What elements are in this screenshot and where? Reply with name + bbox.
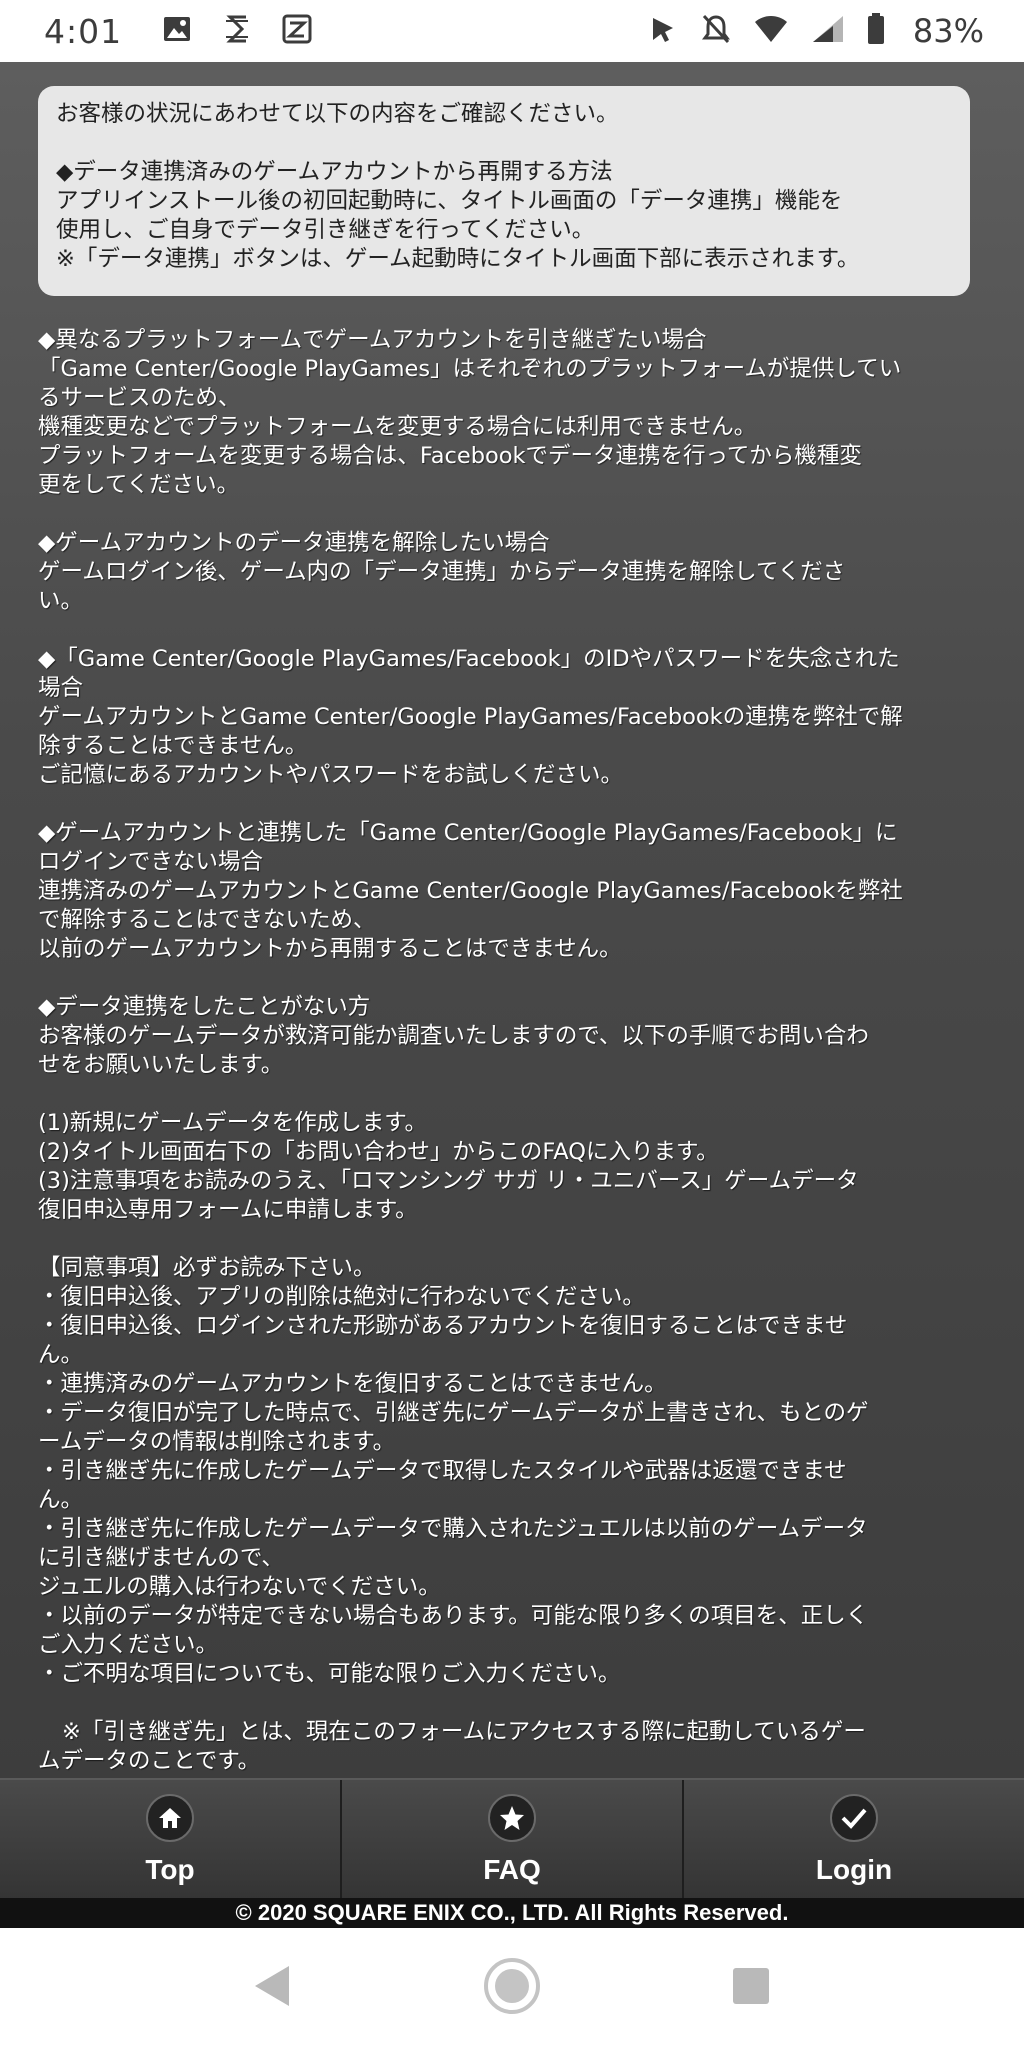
faq-text-line: ・データ復旧が完了した時点で、引継ぎ先にゲームデータが上書きされ、もとのゲ xyxy=(38,1400,869,1426)
faq-text-line: に引き継げませんので、 xyxy=(38,1545,284,1571)
image-notification-icon xyxy=(162,14,192,48)
signal-icon xyxy=(811,14,845,48)
status-bar: 4:01 83% xyxy=(0,0,1024,62)
faq-text-line: 場合 xyxy=(38,675,84,701)
faq-content[interactable]: お客様の状況にあわせて以下の内容をご確認ください。 ◆データ連携済みのゲームアカ… xyxy=(0,62,1024,1778)
faq-text-line: ゲームアカウントとGame Center/Google PlayGames/Fa… xyxy=(38,704,903,730)
faq-text-line: ・以前のデータが特定できない場合もあります。可能な限り多くの項目を、正しく xyxy=(38,1603,869,1629)
home-icon xyxy=(146,1794,194,1842)
faq-text-line: ・連携済みのゲームアカウントを復旧することはできません。 xyxy=(38,1371,667,1397)
faq-text-line: ん。 xyxy=(38,1487,84,1513)
faq-text-line: ◆異なるプラットフォームでゲームアカウントを引き継ぎたい場合 xyxy=(38,327,707,353)
notification-icons xyxy=(162,13,312,49)
cast-icon xyxy=(647,14,679,48)
faq-text-line: ・復旧申込後、アプリの削除は絶対に行わないでください。 xyxy=(38,1284,645,1310)
faq-text-line: ・引き継ぎ先に作成したゲームデータで購入されたジュエルは以前のゲームデータ xyxy=(38,1516,868,1542)
faq-text-line: ・復旧申込後、ログインされた形跡があるアカウントを復旧することはできませ xyxy=(38,1313,848,1339)
faq-text-line: 更をしてください。 xyxy=(38,472,240,498)
home-button[interactable] xyxy=(483,1957,541,2019)
wifi-icon xyxy=(753,14,789,48)
nav-top-button[interactable]: Top xyxy=(0,1780,342,1900)
bottom-nav: Top FAQ Login xyxy=(0,1778,1024,1900)
mute-icon xyxy=(701,13,731,49)
notice-box: お客様の状況にあわせて以下の内容をご確認ください。 ◆データ連携済みのゲームアカ… xyxy=(38,86,970,296)
system-icons: 83% xyxy=(647,12,984,50)
battery-percent: 83% xyxy=(912,12,984,50)
app-z-notification-icon xyxy=(282,14,312,48)
notice-line: お客様の状況にあわせて以下の内容をご確認ください。 xyxy=(56,101,619,127)
notice-line: ※「データ連携」ボタンは、ゲーム起動時にタイトル画面下部に表示されます。 xyxy=(56,246,860,272)
faq-text-line: (1)新規にゲームデータを作成します。 xyxy=(38,1110,427,1136)
faq-text-line: ・引き継ぎ先に作成したゲームデータで取得したスタイルや武器は返還できませ xyxy=(38,1458,847,1484)
faq-text-line: 以前のゲームアカウントから再開することはできません。 xyxy=(38,936,622,962)
star-icon xyxy=(488,1794,536,1842)
checkmark-icon xyxy=(830,1794,878,1842)
android-nav-bar xyxy=(0,1928,1024,2048)
battery-icon xyxy=(867,13,885,49)
faq-text-line: い。 xyxy=(38,588,84,614)
faq-text-line: せをお願いいたします。 xyxy=(38,1052,284,1078)
copyright-text: © 2020 SQUARE ENIX CO., LTD. All Rights … xyxy=(0,1898,1024,1928)
nav-faq-button[interactable]: FAQ xyxy=(342,1780,684,1900)
faq-text-line: (2)タイトル画面右下の「お問い合わせ」からこのFAQに入ります。 xyxy=(38,1139,719,1165)
faq-text-line: ◆「Game Center/Google PlayGames/Facebook」… xyxy=(38,646,900,672)
notice-line: ◆データ連携済みのゲームアカウントから再開する方法 xyxy=(56,159,613,185)
faq-text-line: ◆データ連携をしたことがない方 xyxy=(38,994,371,1020)
notice-line: アプリインストール後の初回起動時に、タイトル画面の「データ連携」機能を xyxy=(56,188,843,214)
back-button[interactable] xyxy=(253,1964,293,2012)
faq-text-line: 【同意事項】必ずお読み下さい。 xyxy=(38,1255,376,1281)
faq-text-line: 「Game Center/Google PlayGames」はそれぞれのプラット… xyxy=(38,356,902,382)
faq-text-line: プラットフォームを変更する場合は、Facebookでデータ連携を行ってから機種変 xyxy=(38,443,862,469)
faq-body-text: ◆異なるプラットフォームでゲームアカウントを引き継ぎたい場合「Game Cent… xyxy=(38,326,988,1776)
faq-text-line: 連携済みのゲームアカウントとGame Center/Google PlayGam… xyxy=(38,878,903,904)
faq-text-line: (3)注意事項をお読みのうえ、「ロマンシング サガ リ・ユニバース」ゲームデータ xyxy=(38,1168,859,1194)
status-time: 4:01 xyxy=(44,11,123,51)
faq-text-line: ん。 xyxy=(38,1342,84,1368)
nav-top-label: Top xyxy=(145,1854,195,1885)
faq-text-line: ジュエルの購入は行わないでください。 xyxy=(38,1574,441,1600)
faq-text-line: 機種変更などでプラットフォームを変更する場合には利用できません。 xyxy=(38,414,757,440)
faq-text-line: で解除することはできないため、 xyxy=(38,907,376,933)
faq-text-line: お客様のゲームデータが救済可能か調査いたしますので、以下の手順でお問い合わ xyxy=(38,1023,869,1049)
faq-text-line: ・ご不明な項目についても、可能な限りご入力ください。 xyxy=(38,1661,621,1687)
faq-text-line: ◆ゲームアカウントと連携した「Game Center/Google PlayGa… xyxy=(38,820,898,846)
faq-text-line: ログインできない場合 xyxy=(38,849,264,875)
faq-text-line: ームデータの情報は削除されます。 xyxy=(38,1429,396,1455)
faq-text-line: 除することはできません。 xyxy=(38,733,308,759)
faq-text-line: ご入力ください。 xyxy=(38,1632,219,1658)
recents-button[interactable] xyxy=(731,1966,771,2010)
nav-login-label: Login xyxy=(815,1854,893,1885)
faq-text-line: ムデータのことです。 xyxy=(38,1748,261,1774)
faq-text-line: ゲームログイン後、ゲーム内の「データ連携」からデータ連携を解除してくださ xyxy=(38,559,846,585)
faq-text-line: ※「引き継ぎ先」とは、現在このフォームにアクセスする際に起動しているゲー xyxy=(62,1719,866,1745)
faq-text-line: 復旧申込専用フォームに申請します。 xyxy=(38,1197,418,1223)
app-s-notification-icon xyxy=(222,13,252,49)
faq-text-line: ◆ゲームアカウントのデータ連携を解除したい場合 xyxy=(38,530,550,556)
nav-faq-label: FAQ xyxy=(483,1854,541,1885)
faq-text-line: るサービスのため、 xyxy=(38,385,241,411)
nav-login-button[interactable]: Login xyxy=(684,1780,1024,1900)
faq-text-line: ご記憶にあるアカウントやパスワードをお試しください。 xyxy=(38,762,624,788)
notice-line: 使用し、ご自身でデータ引き継ぎを行ってください。 xyxy=(56,217,595,243)
